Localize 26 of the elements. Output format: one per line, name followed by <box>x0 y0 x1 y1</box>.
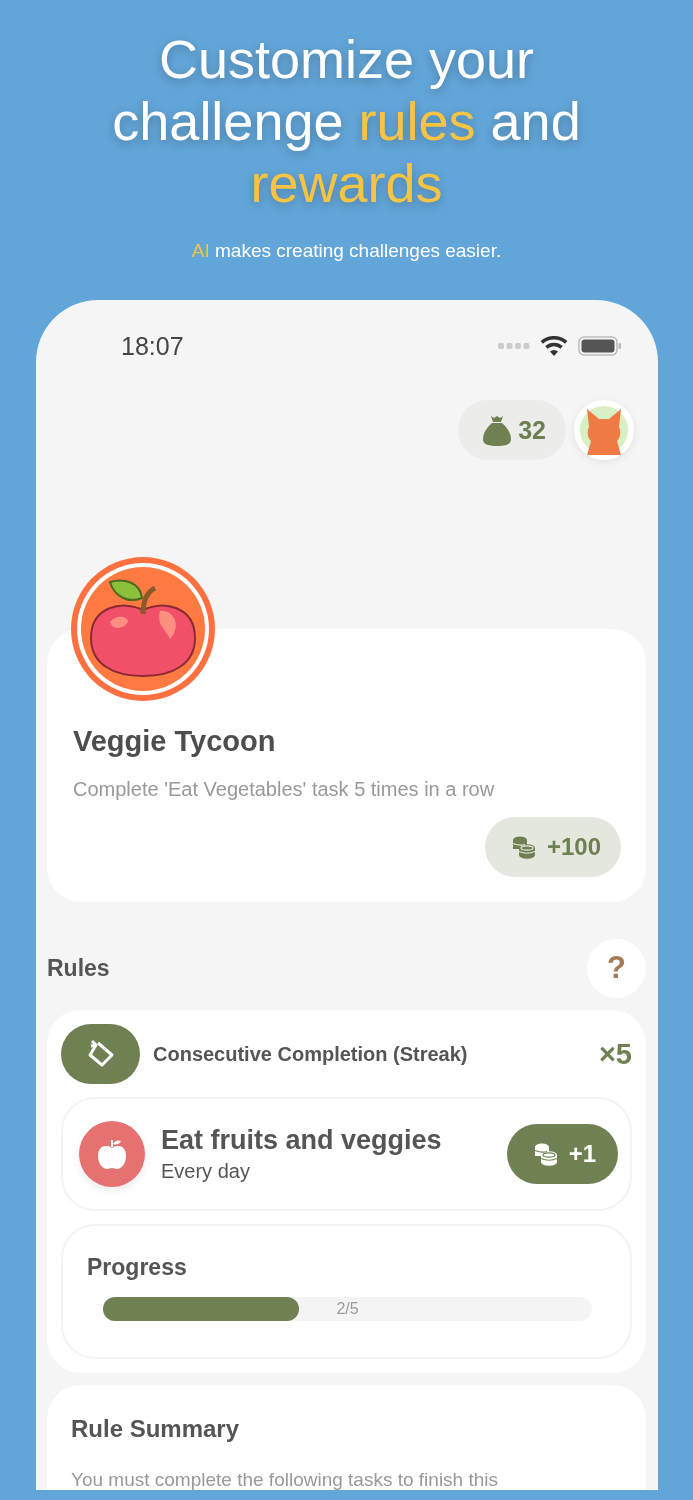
summary-title: Rule Summary <box>71 1415 241 1443</box>
summary-text: You must complete the following tasks to finish this <box>71 1469 500 1490</box>
progress-title: Progress <box>87 1254 188 1281</box>
money-bag-icon <box>482 414 513 446</box>
reward-badge: +100 <box>484 817 621 877</box>
headline: Customize your challenge rules and rewards <box>111 28 582 214</box>
challenge-title: Veggie Tycoon <box>73 725 277 758</box>
help-button[interactable]: ? <box>587 938 646 998</box>
coins-icon <box>532 1142 559 1166</box>
task-name: Eat fruits and veggies <box>161 1125 443 1156</box>
rule-type: Consecutive Completion (Streak) <box>153 1042 469 1066</box>
coins-icon <box>510 835 537 859</box>
challenge-description: Complete 'Eat Vegetables' task 5 times in a row <box>73 778 496 801</box>
apple-icon <box>98 1139 126 1169</box>
balance-button[interactable]: 32 <box>458 400 566 460</box>
task-reward-badge: +1 <box>506 1124 618 1184</box>
subtitle: AI makes creating challenges easier. <box>190 239 503 263</box>
battery-icon <box>578 336 622 356</box>
task-frequency: Every day <box>161 1160 251 1183</box>
wifi-icon <box>540 336 568 356</box>
signal-icon <box>498 343 530 349</box>
progress-reading: 2/5 <box>335 1299 360 1319</box>
fox-avatar-icon <box>579 405 629 455</box>
status-time: 18:07 <box>121 331 185 361</box>
multiplier: ×5 <box>598 1037 632 1071</box>
section-title: Rules <box>47 954 110 982</box>
